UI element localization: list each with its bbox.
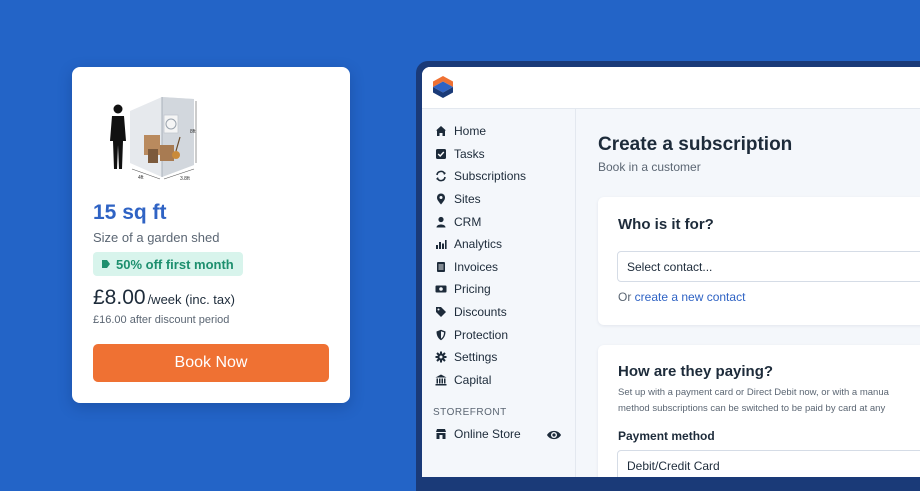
sidebar-item-label: Sites xyxy=(454,192,481,206)
sidebar-item-label: CRM xyxy=(454,215,482,229)
invoice-icon xyxy=(434,260,448,274)
sidebar-item-invoices[interactable]: Invoices xyxy=(434,258,498,276)
refresh-icon xyxy=(434,169,448,183)
promo-text: 50% off first month xyxy=(116,256,234,272)
payment-panel-title: How are they paying? xyxy=(618,363,774,380)
payment-description-line: method subscriptions can be switched to … xyxy=(618,403,886,414)
money-icon xyxy=(434,282,448,296)
sidebar-item-label: Analytics xyxy=(454,237,503,251)
height-dimension-label: 8ft xyxy=(190,129,196,135)
sidebar-item-capital[interactable]: Capital xyxy=(434,371,491,389)
gear-icon xyxy=(434,350,448,364)
map-pin-icon xyxy=(434,192,448,206)
logo-icon[interactable] xyxy=(433,76,453,98)
sidebar-item-subscriptions[interactable]: Subscriptions xyxy=(434,167,526,185)
price-row: £8.00 /week (inc. tax) xyxy=(93,286,235,310)
contact-select-value: Select contact... xyxy=(627,259,713,274)
home-icon xyxy=(434,124,448,138)
unit-size: 15 sq ft xyxy=(93,201,167,224)
sidebar-item-online-store[interactable]: Online Store xyxy=(434,425,521,443)
page-title: Create a subscription xyxy=(598,134,793,155)
sidebar-item-crm[interactable]: CRM xyxy=(434,213,481,231)
sidebar-item-label: Settings xyxy=(454,350,498,364)
create-contact-link[interactable]: create a new contact xyxy=(635,290,746,304)
sidebar-item-label: Discounts xyxy=(454,305,507,319)
contact-select[interactable]: Select contact... xyxy=(617,251,920,282)
bank-icon xyxy=(434,373,448,387)
eye-icon[interactable] xyxy=(546,428,562,442)
sidebar-item-tasks[interactable]: Tasks xyxy=(434,145,485,163)
unit-description: Size of a garden shed xyxy=(93,230,220,245)
price-after-discount: £16.00 after discount period xyxy=(93,314,230,326)
book-now-button[interactable]: Book Now xyxy=(93,344,329,382)
sidebar-item-label: Pricing xyxy=(454,282,491,296)
price-unit: /week (inc. tax) xyxy=(147,292,235,307)
checkbox-icon xyxy=(434,147,448,161)
sidebar-item-label: Capital xyxy=(454,373,492,387)
who-panel-title: Who is it for? xyxy=(618,216,714,233)
top-bar xyxy=(422,67,920,109)
page-subtitle: Book in a customer xyxy=(598,160,701,174)
main-content: Create a subscription Book in a customer… xyxy=(576,109,920,477)
shield-icon xyxy=(434,328,448,342)
tag-icon xyxy=(434,305,448,319)
sidebar-item-settings[interactable]: Settings xyxy=(434,348,497,366)
payment-panel: How are they paying? Set up with a payme… xyxy=(598,345,920,477)
sidebar-item-analytics[interactable]: Analytics xyxy=(434,235,502,253)
who-panel: Who is it for? Select contact... Or crea… xyxy=(598,197,920,325)
sidebar-item-label: Invoices xyxy=(454,260,499,274)
price: £8.00 xyxy=(93,286,146,309)
sidebar-item-home[interactable]: Home xyxy=(434,122,486,140)
bar-chart-icon xyxy=(434,237,448,251)
storage-unit-illustration: 8ft 4ft 3.8ft xyxy=(110,97,197,182)
payment-method-select[interactable]: Debit/Credit Card xyxy=(617,450,920,477)
create-contact-row: Or create a new contact xyxy=(618,290,745,304)
width-dimension-label: 4ft xyxy=(138,175,144,181)
sidebar-item-pricing[interactable]: Pricing xyxy=(434,280,491,298)
payment-method-label: Payment method xyxy=(618,429,715,443)
sidebar-item-label: Protection xyxy=(454,328,509,342)
user-icon xyxy=(434,215,448,229)
sidebar-item-label: Subscriptions xyxy=(454,169,527,183)
sidebar-item-protection[interactable]: Protection xyxy=(434,326,508,344)
payment-description-line: Set up with a payment card or Direct Deb… xyxy=(618,387,889,398)
store-icon xyxy=(434,427,448,441)
sidebar-item-discounts[interactable]: Discounts xyxy=(434,303,507,321)
sidebar-item-sites[interactable]: Sites xyxy=(434,190,481,208)
sidebar-item-label: Online Store xyxy=(454,427,521,441)
payment-description: Set up with a payment card or Direct Deb… xyxy=(618,385,889,417)
or-text: Or xyxy=(618,290,635,304)
app-window: Home Tasks Subscriptions Sites CRM Analy… xyxy=(422,67,920,477)
sidebar-item-label: Tasks xyxy=(454,147,485,161)
storefront-heading: STOREFRONT xyxy=(433,407,507,418)
unit-card: 8ft 4ft 3.8ft 15 sq ft Size of a garden … xyxy=(72,67,350,403)
depth-dimension-label: 3.8ft xyxy=(180,176,190,182)
sidebar: Home Tasks Subscriptions Sites CRM Analy… xyxy=(422,109,576,477)
promo-badge: 50% off first month xyxy=(93,252,243,276)
tag-icon xyxy=(102,260,110,268)
payment-method-value: Debit/Credit Card xyxy=(627,458,720,473)
sidebar-item-label: Home xyxy=(454,124,487,138)
